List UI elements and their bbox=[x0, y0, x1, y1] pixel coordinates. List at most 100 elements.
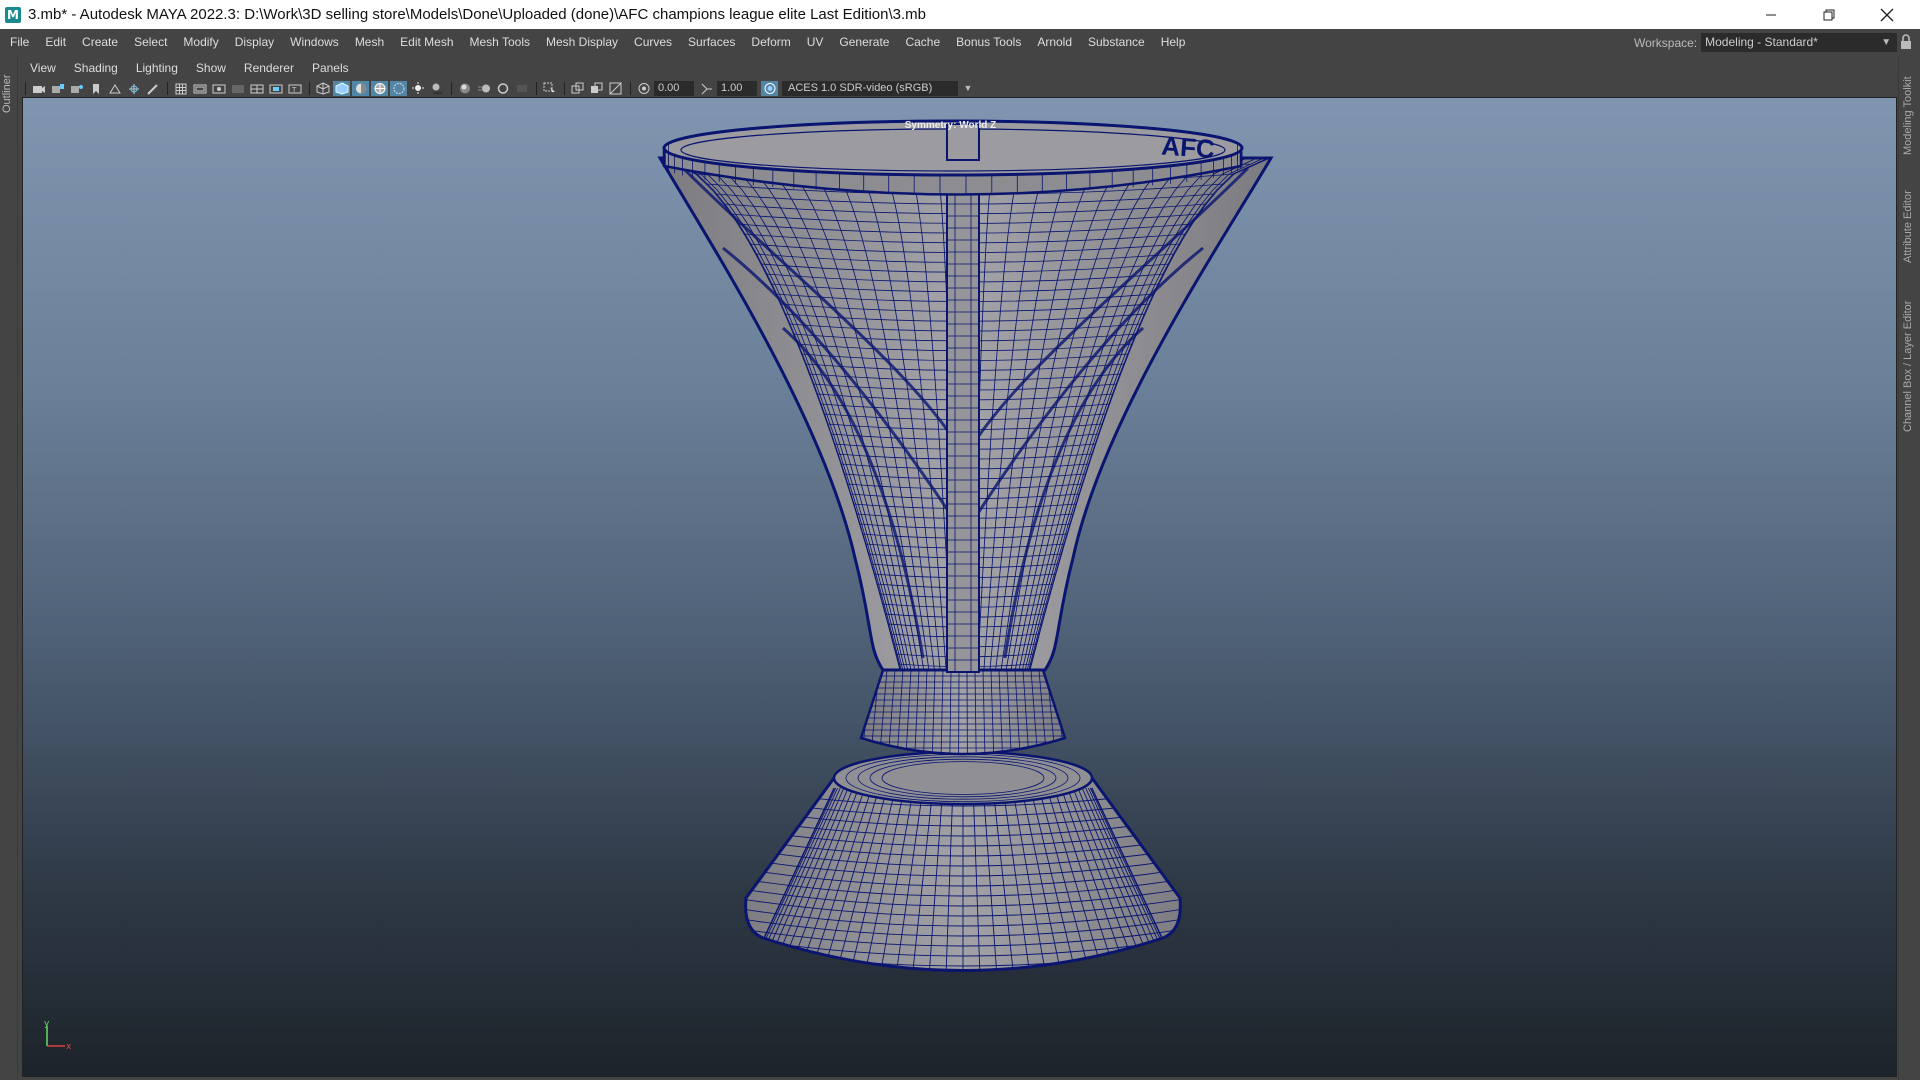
svg-text:T: T bbox=[291, 86, 297, 94]
image-plane-icon[interactable] bbox=[106, 81, 123, 96]
maya-logo-icon: M bbox=[5, 6, 21, 23]
menu-deform[interactable]: Deform bbox=[743, 29, 798, 56]
trophy-cup bbox=[657, 156, 1274, 673]
gamma-icon[interactable] bbox=[698, 81, 715, 96]
use-all-lights-icon[interactable] bbox=[409, 81, 426, 96]
toolbar-separator bbox=[630, 82, 631, 95]
restore-icon bbox=[1823, 9, 1835, 20]
menu-mesh[interactable]: Mesh bbox=[347, 29, 392, 56]
xray-joints-icon[interactable] bbox=[569, 81, 586, 96]
default-material-icon[interactable] bbox=[352, 81, 369, 96]
safe-action-icon[interactable] bbox=[267, 81, 284, 96]
view-transform-dropdown[interactable]: ACES 1.0 SDR-video (sRGB) ▼ bbox=[782, 81, 978, 96]
gamma-field[interactable]: 1.00 bbox=[717, 81, 757, 96]
film-gate-icon[interactable] bbox=[191, 81, 208, 96]
menu-uv[interactable]: UV bbox=[799, 29, 832, 56]
main-menu-bar: File Edit Create Select Modify Display W… bbox=[0, 29, 1920, 56]
close-button[interactable] bbox=[1858, 0, 1916, 29]
menu-arnold[interactable]: Arnold bbox=[1029, 29, 1080, 56]
menu-mesh-tools[interactable]: Mesh Tools bbox=[462, 29, 538, 56]
symmetry-label: Symmetry: World Z bbox=[904, 120, 997, 131]
camera-icon[interactable] bbox=[30, 81, 47, 96]
camera-attributes-icon[interactable] bbox=[68, 81, 85, 96]
menu-bonus-tools[interactable]: Bonus Tools bbox=[948, 29, 1029, 56]
2d-pan-zoom-icon[interactable] bbox=[125, 81, 142, 96]
grid-icon[interactable] bbox=[172, 81, 189, 96]
attribute-editor-tab[interactable]: Attribute Editor bbox=[1902, 182, 1918, 272]
menu-help[interactable]: Help bbox=[1153, 29, 1194, 56]
panel-menu-renderer[interactable]: Renderer bbox=[235, 61, 303, 75]
depth-of-field-icon[interactable] bbox=[513, 81, 530, 96]
menu-edit-mesh[interactable]: Edit Mesh bbox=[392, 29, 461, 56]
isolate-select-icon[interactable] bbox=[541, 81, 558, 96]
grease-pencil-icon[interactable] bbox=[144, 81, 161, 96]
perspective-viewport[interactable]: AFC Symmetry: World Z y x bbox=[22, 97, 1897, 1077]
screen-space-ao-icon[interactable] bbox=[456, 81, 473, 96]
trophy-stem bbox=[859, 668, 1067, 756]
backface-culling-icon[interactable] bbox=[607, 81, 624, 96]
workspace-value: Modeling - Standard* bbox=[1705, 35, 1818, 49]
panel-menu-bar: View Shading Lighting Show Renderer Pane… bbox=[21, 56, 1897, 80]
chevron-down-icon: ▼ bbox=[1881, 37, 1892, 48]
panel-menu-shading[interactable]: Shading bbox=[65, 61, 127, 75]
exposure-field[interactable]: 0.00 bbox=[654, 81, 694, 96]
menu-select[interactable]: Select bbox=[126, 29, 175, 56]
xray-icon[interactable] bbox=[390, 81, 407, 96]
menu-file[interactable]: File bbox=[0, 29, 37, 56]
toolbar-separator bbox=[451, 82, 452, 95]
bookmark-icon[interactable] bbox=[87, 81, 104, 96]
motion-blur-icon[interactable] bbox=[475, 81, 492, 96]
title-bar: M 3.mb* - Autodesk MAYA 2022.3: D:\Work\… bbox=[0, 0, 1920, 29]
menu-display[interactable]: Display bbox=[227, 29, 282, 56]
field-chart-icon[interactable] bbox=[248, 81, 265, 96]
trophy-base bbox=[744, 750, 1182, 972]
menu-create[interactable]: Create bbox=[74, 29, 126, 56]
minimize-button[interactable] bbox=[1742, 0, 1800, 29]
outliner-tab[interactable]: Outliner bbox=[1, 64, 17, 124]
anti-aliasing-icon[interactable] bbox=[494, 81, 511, 96]
menu-modify[interactable]: Modify bbox=[175, 29, 226, 56]
menu-mesh-display[interactable]: Mesh Display bbox=[538, 29, 626, 56]
toolbar-separator bbox=[564, 82, 565, 95]
panel-menu-panels[interactable]: Panels bbox=[303, 61, 358, 75]
trophy-model[interactable]: AFC bbox=[23, 98, 1897, 1077]
minimize-icon bbox=[1766, 14, 1776, 15]
menu-substance[interactable]: Substance bbox=[1080, 29, 1153, 56]
safe-title-icon[interactable]: T bbox=[286, 81, 303, 96]
lock-icon[interactable] bbox=[1898, 33, 1914, 51]
wireframe-icon[interactable] bbox=[314, 81, 331, 96]
workspace-dropdown[interactable]: Modeling - Standard* ▼ bbox=[1701, 33, 1898, 52]
modeling-toolkit-tab[interactable]: Modeling Toolkit bbox=[1902, 70, 1918, 162]
close-icon bbox=[1880, 8, 1894, 21]
panel-menu-show[interactable]: Show bbox=[187, 61, 235, 75]
color-management-icon[interactable] bbox=[761, 81, 778, 96]
panel-menu-lighting[interactable]: Lighting bbox=[127, 61, 187, 75]
camera-lock-icon[interactable] bbox=[49, 81, 66, 96]
gate-mask-icon[interactable] bbox=[229, 81, 246, 96]
smooth-shade-icon[interactable] bbox=[333, 81, 350, 96]
axis-x-label: x bbox=[66, 1042, 72, 1050]
view-transform-value: ACES 1.0 SDR-video (sRGB) bbox=[788, 82, 933, 94]
menu-generate[interactable]: Generate bbox=[831, 29, 897, 56]
exposure-icon[interactable] bbox=[635, 81, 652, 96]
maya-window: M 3.mb* - Autodesk MAYA 2022.3: D:\Work\… bbox=[0, 0, 1920, 1080]
axis-gizmo: y x bbox=[44, 1020, 72, 1050]
resolution-gate-icon[interactable] bbox=[210, 81, 227, 96]
menu-cache[interactable]: Cache bbox=[897, 29, 948, 56]
menu-windows[interactable]: Windows bbox=[282, 29, 347, 56]
shadows-icon[interactable] bbox=[428, 81, 445, 96]
restore-button[interactable] bbox=[1800, 0, 1858, 29]
panel-toolbar: T 0.00 1.00 ACES 1.0 SDR-video (sRGB) ▼ bbox=[21, 80, 1897, 97]
toolbar-separator bbox=[25, 82, 26, 95]
axis-y-label: y bbox=[44, 1020, 50, 1029]
workspace-label: Workspace: bbox=[1634, 35, 1698, 50]
menu-curves[interactable]: Curves bbox=[626, 29, 680, 56]
channel-box-tab[interactable]: Channel Box / Layer Editor bbox=[1902, 296, 1918, 436]
wireframe-on-shaded-icon[interactable] bbox=[371, 81, 388, 96]
chevron-down-icon: ▼ bbox=[958, 81, 978, 96]
xray-active-icon[interactable] bbox=[588, 81, 605, 96]
menu-edit[interactable]: Edit bbox=[37, 29, 74, 56]
toolbar-separator bbox=[309, 82, 310, 95]
panel-menu-view[interactable]: View bbox=[21, 61, 65, 75]
menu-surfaces[interactable]: Surfaces bbox=[680, 29, 743, 56]
